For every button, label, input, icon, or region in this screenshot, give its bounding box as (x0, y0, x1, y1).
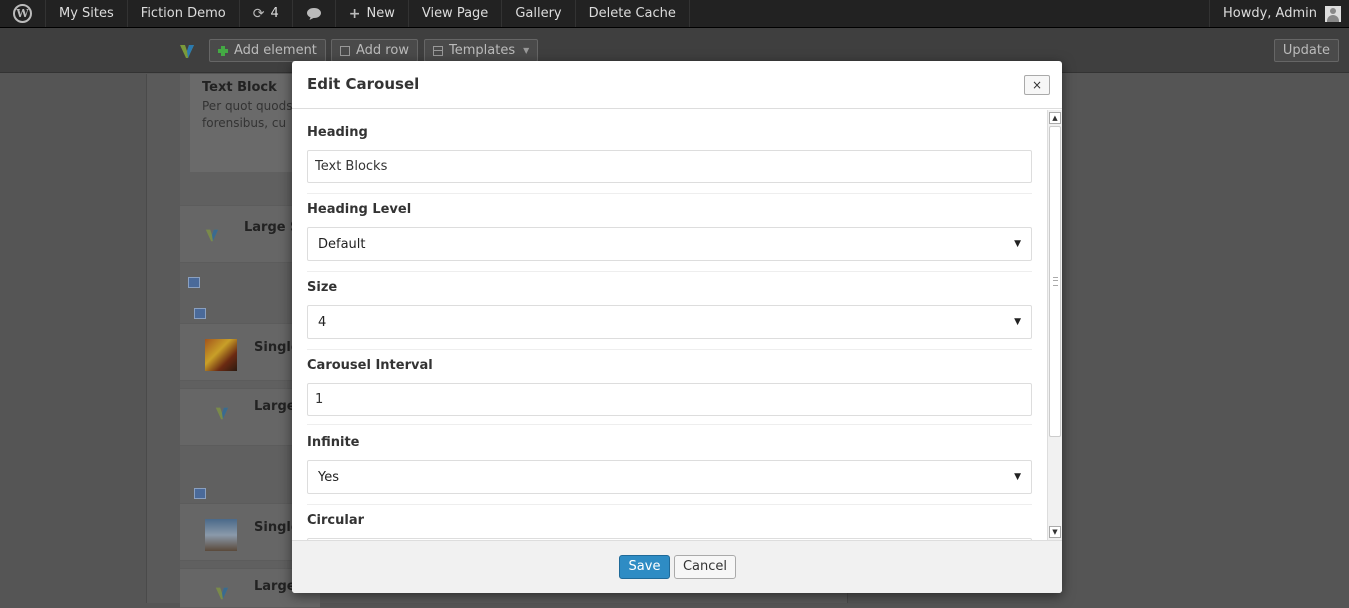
add-row-button[interactable]: Add row (331, 39, 418, 62)
heading-field: Heading (307, 125, 1032, 203)
edit-carousel-dialog: Edit Carousel × Heading Heading Level De… (292, 61, 1062, 593)
element-label: Large (254, 399, 296, 414)
speech-bubble-icon (306, 7, 321, 20)
element-label: Large (254, 579, 296, 594)
update-label: Update (1282, 43, 1330, 58)
builder-logo-icon (215, 587, 229, 600)
infinite-field: Infinite Yes ▼ (307, 435, 1032, 513)
field-label: Infinite (307, 435, 360, 450)
add-element-button[interactable]: Add element (209, 39, 326, 62)
divider (307, 504, 1032, 505)
chevron-down-icon: ▼ (1014, 317, 1021, 327)
wordpress-logo-icon: W (13, 4, 32, 23)
image-thumbnail (205, 519, 237, 551)
size-select[interactable]: 4 ▼ (307, 305, 1032, 339)
carousel-icon (188, 277, 200, 288)
delete-cache-label: Delete Cache (588, 6, 676, 21)
carousel-interval-field: Carousel Interval (307, 358, 1032, 436)
site-name-menu[interactable]: Fiction Demo (128, 0, 240, 27)
close-button[interactable]: × (1024, 75, 1050, 95)
save-button[interactable]: Save (619, 555, 670, 579)
divider (307, 271, 1032, 272)
templates-label: Templates (449, 43, 516, 58)
dialog-title: Edit Carousel (307, 75, 420, 93)
builder-logo-icon (180, 45, 194, 58)
howdy-label: Howdy, Admin (1222, 6, 1317, 21)
field-label: Heading (307, 125, 368, 140)
wordpress-menu[interactable]: W (0, 0, 46, 27)
templates-button[interactable]: Templates ▼ (424, 39, 539, 62)
cancel-button[interactable]: Cancel (674, 555, 736, 579)
carousel-interval-input[interactable] (307, 383, 1032, 416)
dialog-body[interactable]: Heading Heading Level Default ▼ Size 4 ▼… (292, 110, 1047, 540)
gallery-label: Gallery (515, 6, 562, 21)
text-block-title: Text Block (202, 80, 277, 95)
update-button[interactable]: Update (1273, 39, 1339, 62)
new-label: New (366, 6, 395, 21)
scroll-up-arrow-icon[interactable]: ▲ (1049, 112, 1061, 124)
field-label: Size (307, 280, 338, 295)
add-row-label: Add row (356, 43, 409, 58)
scroll-down-arrow-icon[interactable]: ▼ (1049, 526, 1061, 538)
new-content-menu[interactable]: + New (336, 0, 409, 27)
image-icon (194, 488, 206, 499)
divider (307, 193, 1032, 194)
builder-logo-icon (215, 407, 229, 420)
dialog-footer: Save Cancel (292, 540, 1062, 593)
heading-level-field: Heading Level Default ▼ (307, 202, 1032, 280)
heading-input[interactable] (307, 150, 1032, 183)
dialog-header: Edit Carousel × (292, 61, 1062, 109)
heading-level-select[interactable]: Default ▼ (307, 227, 1032, 261)
updates-menu[interactable]: ⟳ 4 (240, 0, 293, 27)
comments-menu[interactable] (293, 0, 336, 27)
delete-cache-link[interactable]: Delete Cache (576, 0, 690, 27)
grip-icon (1053, 277, 1058, 286)
my-sites-menu[interactable]: My Sites (46, 0, 128, 27)
field-label: Heading Level (307, 202, 412, 217)
site-name-label: Fiction Demo (140, 6, 226, 21)
image-thumbnail (205, 339, 237, 371)
scrollbar-thumb[interactable] (1049, 126, 1061, 437)
view-page-link[interactable]: View Page (409, 0, 503, 27)
field-label: Carousel Interval (307, 358, 433, 373)
add-element-label: Add element (234, 43, 317, 58)
row-icon (340, 45, 350, 56)
gallery-link[interactable]: Gallery (502, 0, 576, 27)
selected-value: Default (318, 236, 366, 252)
avatar-icon (1325, 5, 1341, 22)
chevron-down-icon: ▼ (1014, 472, 1021, 482)
infinite-select[interactable]: Yes ▼ (307, 460, 1032, 494)
admin-bar: W My Sites Fiction Demo ⟳ 4 + New View P… (0, 0, 1349, 28)
divider (307, 424, 1032, 425)
field-label: Circular (307, 513, 365, 528)
chevron-down-icon: ▼ (523, 46, 530, 55)
chevron-down-icon: ▼ (1014, 239, 1021, 249)
my-sites-label: My Sites (59, 6, 114, 21)
plus-icon (218, 45, 228, 56)
divider (307, 349, 1032, 350)
view-page-label: View Page (421, 6, 489, 21)
circular-field: Circular (307, 513, 1032, 540)
text-block-excerpt: Per quot quods forensibus, cu (202, 99, 293, 130)
size-field: Size 4 ▼ (307, 280, 1032, 358)
builder-logo-icon (205, 229, 219, 242)
selected-value: Yes (318, 469, 339, 485)
plus-icon: + (348, 5, 361, 22)
dialog-scrollbar[interactable]: ▲ ▼ (1047, 110, 1062, 540)
account-menu[interactable]: Howdy, Admin (1208, 0, 1349, 27)
selected-value: 4 (318, 314, 327, 330)
templates-icon (433, 45, 443, 56)
updates-count: 4 (270, 6, 279, 21)
image-icon (194, 308, 206, 319)
refresh-icon: ⟳ (252, 5, 265, 22)
